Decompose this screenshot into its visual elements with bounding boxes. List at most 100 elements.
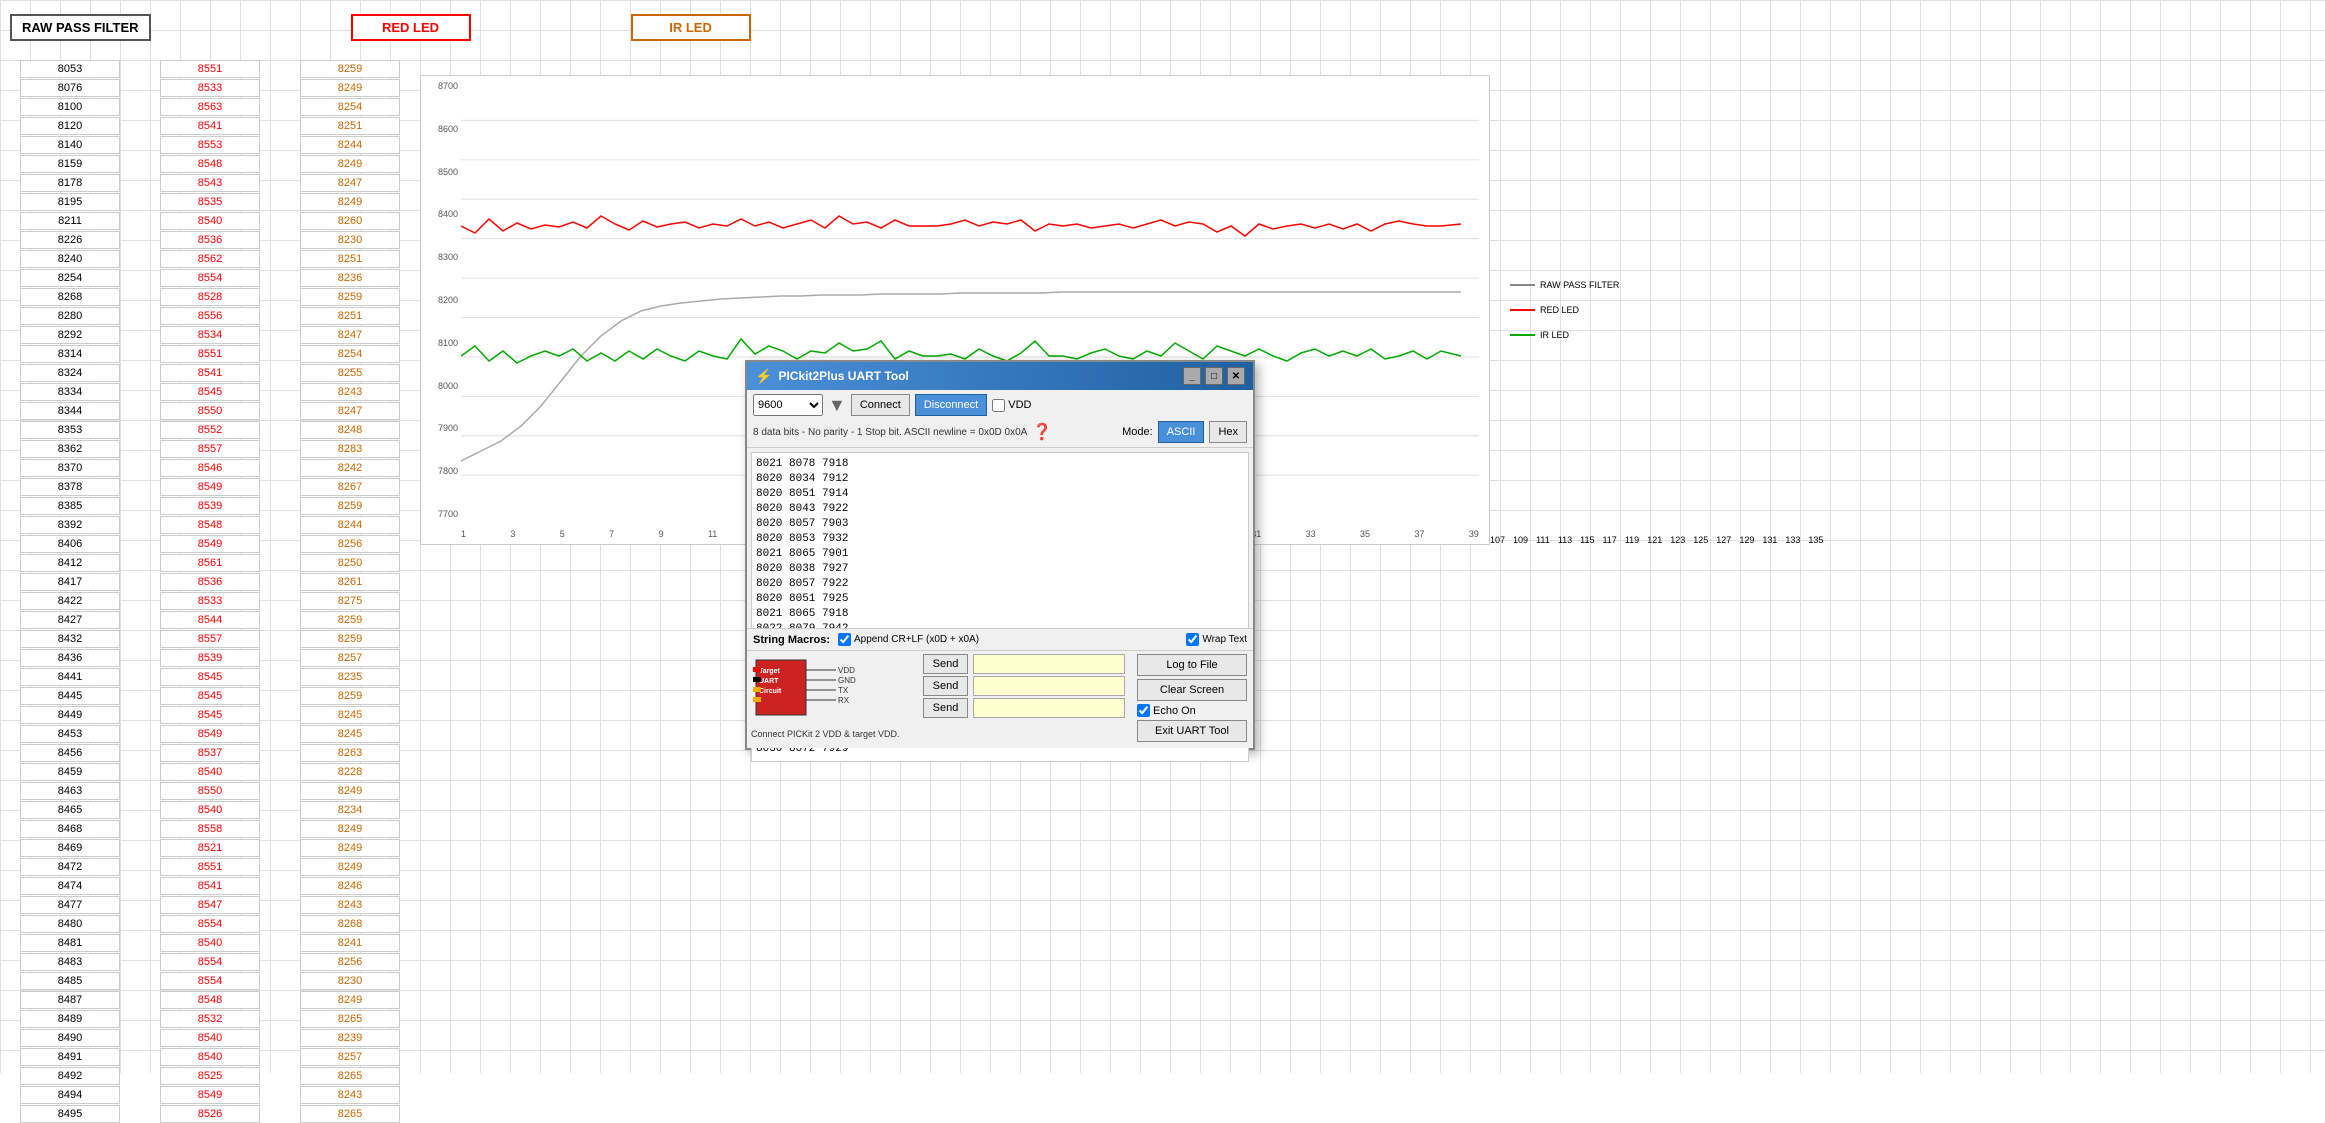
dialog-controls[interactable]: _ □ ✕	[1183, 367, 1245, 385]
send-input-3[interactable]	[973, 698, 1125, 718]
raw-value: 8474	[20, 877, 120, 895]
raw-value: 8280	[20, 307, 120, 325]
red-value: 8549	[160, 478, 260, 496]
raw-value: 8120	[20, 117, 120, 135]
ir-value: 8265	[300, 1067, 400, 1085]
send-input-2[interactable]	[973, 676, 1125, 696]
xaxis-label: 33	[1306, 529, 1316, 539]
raw-value: 8468	[20, 820, 120, 838]
red-value: 8551	[160, 60, 260, 78]
log-to-file-button[interactable]: Log to File	[1137, 654, 1247, 676]
raw-value: 8392	[20, 516, 120, 534]
red-value: 8541	[160, 364, 260, 382]
serial-line: 8021 8065 7901	[756, 547, 1244, 562]
dialog-toolbar: 9600 19200 38400 57600 115200 ▼ Connect …	[747, 390, 1253, 448]
raw-value: 8178	[20, 174, 120, 192]
svg-text:GND: GND	[838, 676, 856, 685]
raw-value: 8465	[20, 801, 120, 819]
yaxis-label: 8400	[421, 209, 458, 219]
svg-text:Target: Target	[759, 668, 781, 675]
hex-mode-button[interactable]: Hex	[1209, 421, 1247, 443]
echo-check-input[interactable]	[1137, 704, 1150, 717]
raw-value: 8159	[20, 155, 120, 173]
dialog-title: ⚡ PICkit2Plus UART Tool	[755, 368, 909, 385]
red-value: 8532	[160, 1010, 260, 1028]
raw-value: 8453	[20, 725, 120, 743]
raw-value: 8226	[20, 231, 120, 249]
minimize-button[interactable]: _	[1183, 367, 1201, 385]
red-value: 8554	[160, 972, 260, 990]
red-value: 8549	[160, 535, 260, 553]
exit-uart-button[interactable]: Exit UART Tool	[1137, 720, 1247, 742]
dialog-info: 8 data bits - No parity - 1 Stop bit. AS…	[753, 427, 1027, 438]
yaxis-label: 8100	[421, 338, 458, 348]
red-value: 8545	[160, 668, 260, 686]
raw-value: 8268	[20, 288, 120, 306]
red-value: 8548	[160, 991, 260, 1009]
legend-ir-line	[1510, 334, 1535, 336]
connect-button[interactable]: Connect	[851, 394, 910, 416]
red-value: 8557	[160, 440, 260, 458]
vdd-check[interactable]	[992, 399, 1005, 412]
send-button-3[interactable]: Send	[923, 698, 968, 718]
send-button-1[interactable]: Send	[923, 654, 968, 674]
raw-value: 8481	[20, 934, 120, 952]
ir-value: 8259	[300, 611, 400, 629]
raw-value: 8495	[20, 1105, 120, 1123]
close-button[interactable]: ✕	[1227, 367, 1245, 385]
baud-rate-select[interactable]: 9600 19200 38400 57600 115200	[753, 394, 823, 416]
raw-value: 8427	[20, 611, 120, 629]
append-checkbox[interactable]: Append CR+LF (x0D + x0A)	[838, 633, 979, 646]
ascii-mode-button[interactable]: ASCII	[1158, 421, 1205, 443]
disconnect-button[interactable]: Disconnect	[915, 394, 987, 416]
ir-value: 8259	[300, 60, 400, 78]
xaxis-right-label: 127	[1716, 535, 1731, 545]
ir-value: 8261	[300, 573, 400, 591]
send-button-2[interactable]: Send	[923, 676, 968, 696]
send-input-1[interactable]	[973, 654, 1125, 674]
red-value: 8539	[160, 497, 260, 515]
dialog-titlebar: ⚡ PICkit2Plus UART Tool _ □ ✕	[747, 362, 1253, 390]
circuit-svg: Target UART Circuit VDD GND TX RX	[751, 655, 881, 725]
ir-value: 8249	[300, 858, 400, 876]
append-check-input[interactable]	[838, 633, 851, 646]
ir-value: 8260	[300, 212, 400, 230]
ir-value: 8243	[300, 1086, 400, 1104]
red-value: 8535	[160, 193, 260, 211]
serial-line: 8020 8038 7927	[756, 562, 1244, 577]
red-value: 8540	[160, 1048, 260, 1066]
xaxis-label: 35	[1360, 529, 1370, 539]
wrap-checkbox[interactable]: Wrap Text	[1186, 633, 1247, 646]
red-value: 8539	[160, 649, 260, 667]
raw-value: 8076	[20, 79, 120, 97]
red-value: 8545	[160, 706, 260, 724]
help-icon[interactable]: ❓	[1032, 422, 1052, 442]
clear-screen-button[interactable]: Clear Screen	[1137, 679, 1247, 701]
red-column: 8551853385638541855385488543853585408536…	[140, 60, 280, 1073]
serial-line: 8021 8065 7918	[756, 607, 1244, 622]
xaxis-label: 37	[1414, 529, 1424, 539]
svg-text:Circuit: Circuit	[759, 688, 782, 695]
raw-column: 8053807681008120814081598178819582118226…	[0, 60, 140, 1073]
raw-value: 8472	[20, 858, 120, 876]
ir-value: 8228	[300, 763, 400, 781]
ir-value: 8242	[300, 459, 400, 477]
serial-line: 8020 8034 7912	[756, 472, 1244, 487]
ir-value: 8255	[300, 364, 400, 382]
raw-value: 8469	[20, 839, 120, 857]
red-value: 8550	[160, 782, 260, 800]
red-led-label: RED LED	[351, 14, 471, 41]
yaxis-label: 8300	[421, 252, 458, 262]
maximize-button[interactable]: □	[1205, 367, 1223, 385]
wrap-check-input[interactable]	[1186, 633, 1199, 646]
ir-value: 8234	[300, 801, 400, 819]
xaxis-right-label: 129	[1739, 535, 1754, 545]
ir-value: 8249	[300, 820, 400, 838]
right-buttons: Log to File Clear Screen Echo On Exit UA…	[1131, 651, 1253, 745]
red-value: 8540	[160, 763, 260, 781]
ir-value: 8230	[300, 972, 400, 990]
echo-checkbox[interactable]: Echo On	[1137, 704, 1247, 717]
red-value: 8554	[160, 915, 260, 933]
vdd-checkbox[interactable]: VDD	[992, 399, 1031, 412]
ir-value: 8244	[300, 516, 400, 534]
